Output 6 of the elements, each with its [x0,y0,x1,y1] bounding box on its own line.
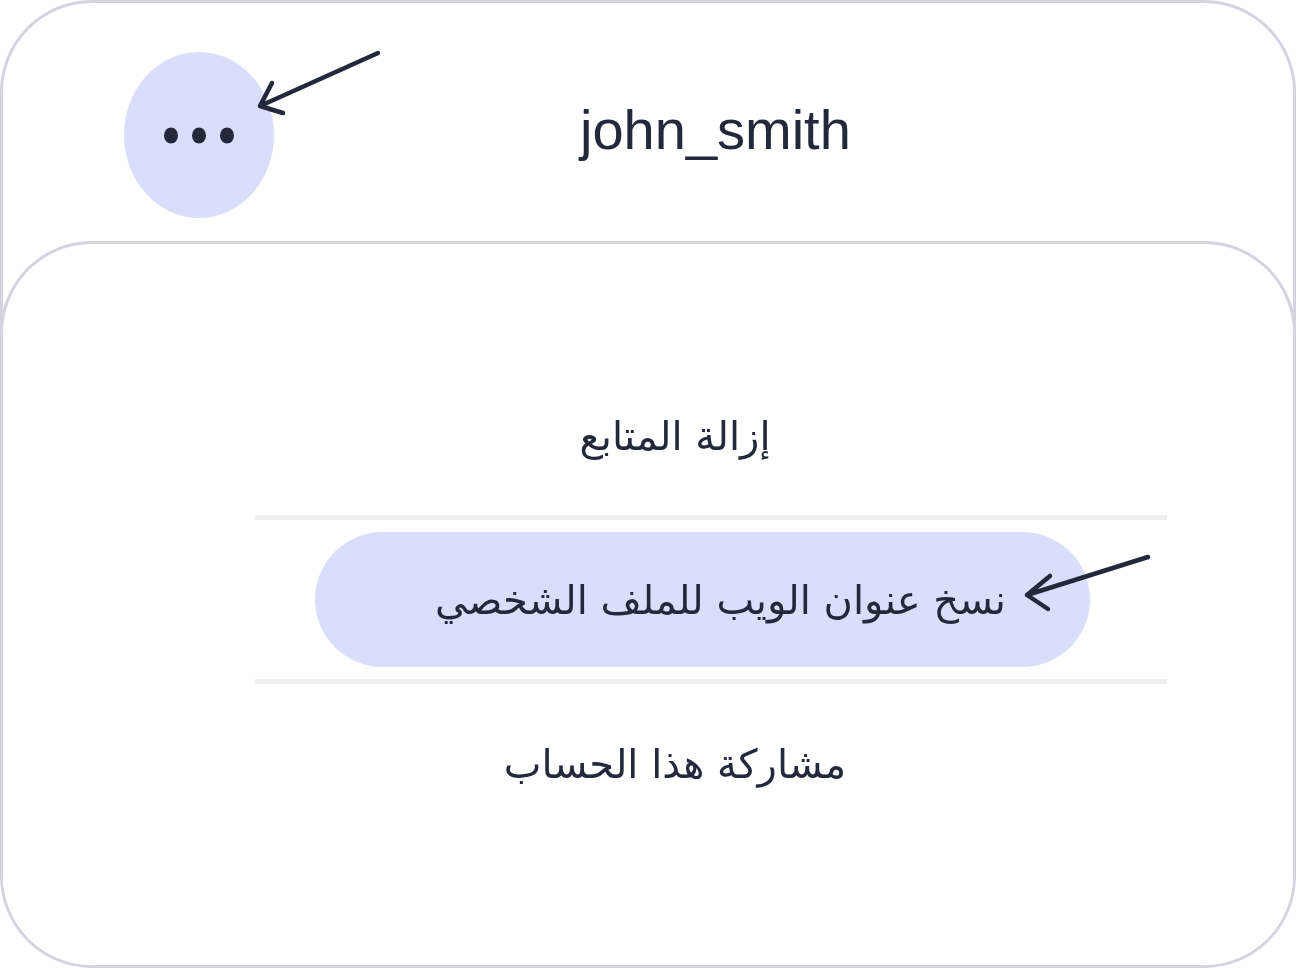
ellipsis-icon [164,126,234,144]
menu-item[interactable]: إزالة المتابع [315,368,1090,503]
username: john_smith [580,97,851,164]
arrow-icon [255,48,383,116]
menu-item[interactable]: نسخ عنوان الويب للملف الشخصي [315,532,1090,667]
menu-item[interactable]: مشاركة هذا الحساب [315,696,1090,831]
